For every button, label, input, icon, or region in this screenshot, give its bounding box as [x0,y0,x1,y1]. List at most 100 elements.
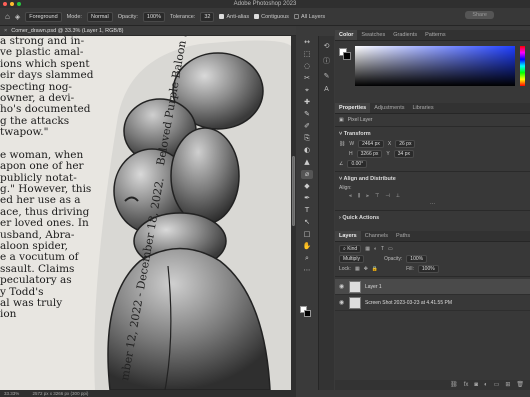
new-layer-icon[interactable]: ⊞ [505,380,510,390]
close-tab-icon[interactable]: × [4,28,7,34]
layer-row[interactable]: ◉ Layer 1 [335,279,530,295]
tab-patterns[interactable]: Patterns [421,30,449,40]
lock-pixels-icon[interactable]: ▦ [355,266,360,272]
mode-label: Mode: [66,13,82,20]
align-icons-row: ⫷ ⫼ ⫸ ⊤ ⊣ ⊥ [335,192,530,200]
blend-mode-dropdown[interactable]: Multiply [339,255,364,263]
filter-adjust-icon[interactable]: ◐ [374,246,377,252]
filter-kind-dropdown[interactable]: ⌕ Kind [339,245,362,253]
document-tab[interactable]: × Comer_drawn.psd @ 33.3% (Layer 1, RGB/8… [0,26,296,36]
tool-icon[interactable]: ⋯ [301,266,313,275]
antialias-checkbox[interactable]: Anti-alias [219,14,249,20]
info-icon[interactable]: ⓘ [323,56,330,66]
minimize-window-button[interactable] [10,1,14,6]
align-top-icon[interactable]: ⊤ [375,193,379,199]
tool-icon[interactable]: □ [301,230,313,239]
align-right-icon[interactable]: ⫸ [366,193,369,199]
filter-type-icon[interactable]: T [381,246,384,252]
tool-icon[interactable]: ◆ [301,182,313,191]
transform-section[interactable]: ˅ Transform [335,129,530,139]
tab-properties[interactable]: Properties [335,103,371,113]
tool-icon[interactable]: ✒ [301,194,313,203]
tolerance-field[interactable]: 32 [200,11,215,22]
align-middle-icon[interactable]: ⊣ [385,193,389,199]
tool-icon[interactable]: ⌀ [301,170,313,179]
y-field[interactable]: 34 px [393,150,414,158]
share-button[interactable]: Share [465,11,494,19]
tool-icon[interactable]: ◌ [301,62,313,71]
align-center-icon[interactable]: ⫼ [358,193,360,199]
checkbox-checked-icon [254,13,260,19]
fx-icon[interactable]: fx [464,380,469,390]
tool-icon[interactable]: ↖ [301,218,313,227]
vertical-scrollbar[interactable] [291,36,296,390]
fill-field[interactable]: 100% [417,265,439,273]
zoom-level[interactable]: 33.33% [4,391,19,396]
home-icon[interactable]: ⌂ [5,12,10,21]
lock-position-icon[interactable]: ✥ [364,266,368,272]
tab-libraries[interactable]: Libraries [408,103,437,113]
paint-bucket-tool-icon[interactable]: ◈ [15,13,20,21]
zoom-window-button[interactable] [17,1,21,6]
tool-icon[interactable]: ✋ [301,242,313,251]
new-group-icon[interactable]: ▭ [494,380,500,390]
brush-settings-icon[interactable]: ✎ [324,72,330,80]
tool-icon[interactable]: ✚ [301,98,313,107]
mode-dropdown[interactable]: Normal [86,11,113,22]
more-options-icon[interactable]: ··· [335,200,530,208]
tab-swatches[interactable]: Swatches [357,30,389,40]
tool-icon[interactable]: ⬚ [301,50,313,59]
document-canvas[interactable]: a strong and in-ve plastic amal-ions whi… [0,36,291,390]
link-icon[interactable]: ⛓ [339,141,345,147]
color-picker-field[interactable] [355,46,515,86]
tool-icon[interactable]: ↔ [301,38,313,47]
visibility-eye-icon[interactable]: ◉ [339,283,345,290]
tab-color[interactable]: Color [335,30,358,40]
opacity-field[interactable]: 100% [142,11,165,22]
tool-icon[interactable]: T [301,206,313,215]
panel-background-swatch[interactable] [343,52,351,60]
adjustment-layer-icon[interactable]: ◐ [484,380,488,390]
tool-icon[interactable]: ✎ [301,110,313,119]
tool-icon[interactable]: ◐ [301,146,313,155]
angle-field[interactable]: 0.00° [347,160,368,168]
filter-pixel-icon[interactable]: ▦ [365,246,370,252]
height-field[interactable]: 3266 px [356,150,383,158]
tab-channels[interactable]: Channels [361,231,392,241]
tab-layers[interactable]: Layers [335,231,361,241]
tab-adjustments[interactable]: Adjustments [370,103,408,113]
tool-icon[interactable]: ⌖ [301,86,313,95]
all-layers-checkbox[interactable]: All Layers [293,14,325,20]
align-left-icon[interactable]: ⫷ [349,193,352,199]
close-window-button[interactable] [3,1,7,6]
tab-gradients[interactable]: Gradients [389,30,421,40]
scrollbar-thumb[interactable] [292,156,295,226]
hue-slider[interactable] [520,46,525,86]
tool-icon[interactable]: ⌕ [301,254,313,263]
tab-paths[interactable]: Paths [392,231,414,241]
character-icon[interactable]: A [324,86,329,93]
layer-opacity-field[interactable]: 100% [406,255,428,263]
visibility-eye-icon[interactable]: ◉ [339,299,345,306]
layer-row[interactable]: ◉ Screen Shot 2023-03-23 at 4.41.55 PM [335,295,530,311]
fill-source-dropdown[interactable]: Foreground [25,11,62,22]
tool-icon[interactable]: ✂ [301,74,313,83]
lock-all-icon[interactable]: 🔒 [372,266,378,272]
add-mask-icon[interactable]: ◙ [474,380,478,390]
background-color-swatch[interactable] [304,310,311,317]
quick-actions-section[interactable]: › Quick Actions [335,213,530,223]
contiguous-checkbox[interactable]: Contiguous [254,14,289,20]
filter-shape-icon[interactable]: ▭ [388,246,393,252]
window-controls [3,1,21,6]
align-section[interactable]: ˅ Align and Distribute [335,174,530,184]
tool-icon[interactable]: ▲ [301,158,313,167]
tool-icon[interactable]: ⎘ [301,134,313,143]
tool-icon[interactable]: ✐ [301,122,313,131]
width-field[interactable]: 2464 px [358,140,384,148]
x-field[interactable]: 26 px [395,140,416,148]
link-layers-icon[interactable]: ⛓ [450,380,458,390]
history-icon[interactable]: ⟲ [324,42,330,50]
delete-layer-icon[interactable]: 🗑 [516,380,524,390]
align-bottom-icon[interactable]: ⊥ [396,193,400,199]
tolerance-label: Tolerance: [169,13,196,20]
